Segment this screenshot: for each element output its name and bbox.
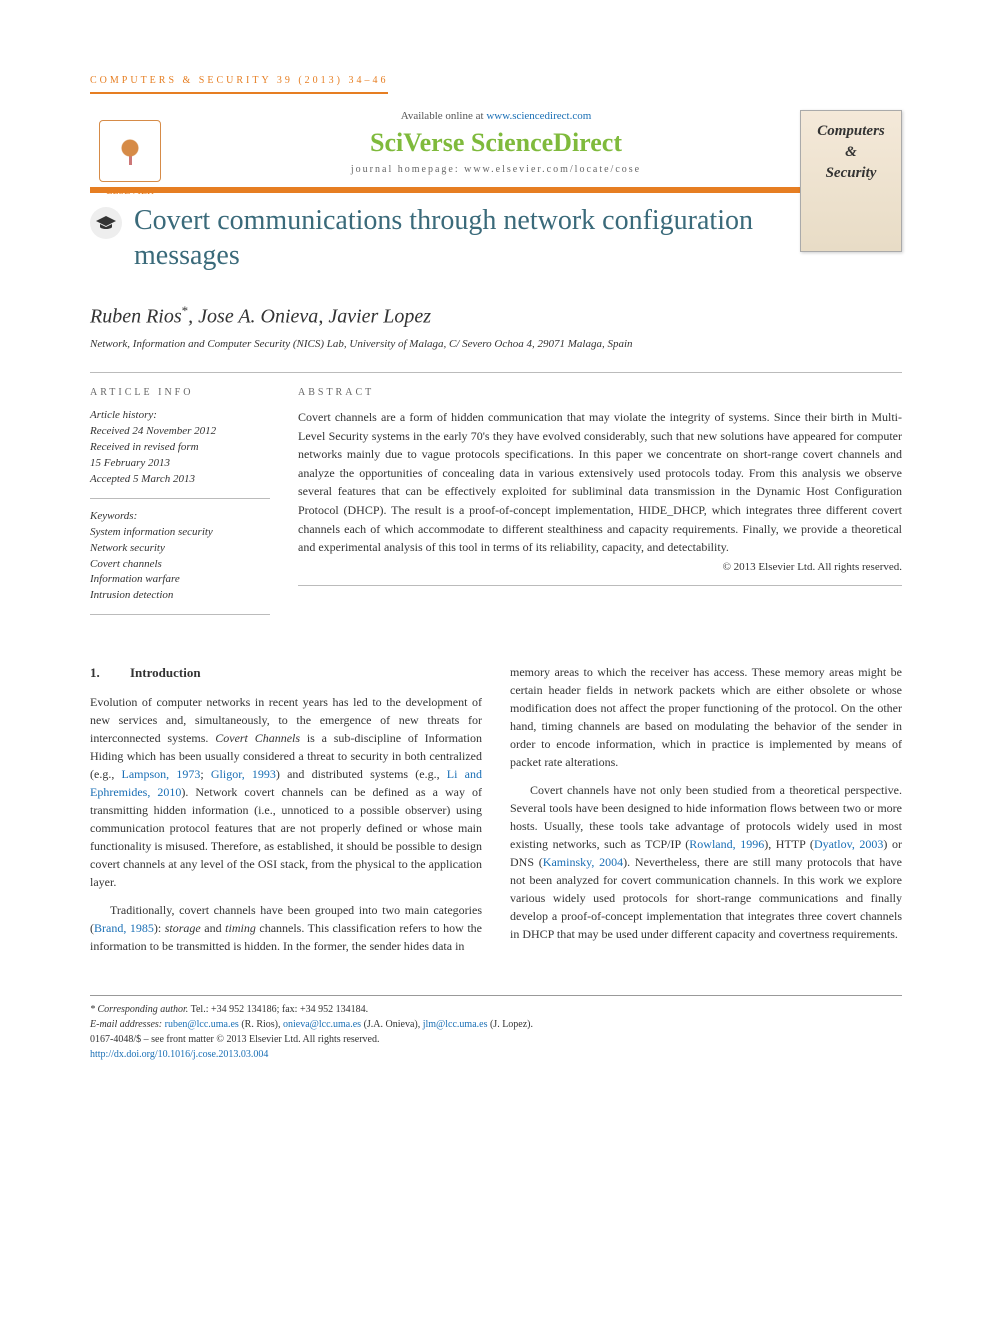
cover-line-3: Security [826,165,877,182]
sciencedirect-link[interactable]: www.sciencedirect.com [486,110,591,122]
authors: Ruben Rios*, Jose A. Onieva, Javier Lope… [90,303,902,329]
affiliation: Network, Information and Computer Securi… [90,337,902,352]
article-history: Article history: Received 24 November 20… [90,408,270,499]
email-link[interactable]: ruben@lcc.uma.es [165,1019,239,1030]
homepage-url[interactable]: www.elsevier.com/locate/cose [464,164,641,175]
header: ELSEVIER Computers & Security Available … [90,110,902,175]
cover-line-2: & [845,144,857,161]
divider-orange [90,187,902,193]
citation-link[interactable]: Lampson, 1973 [122,767,201,781]
citation-link[interactable]: Rowland, 1996 [689,837,764,851]
graduation-cap-icon [90,207,122,239]
paragraph: memory areas to which the receiver has a… [510,663,902,771]
citation-link[interactable]: Dyatlov, 2003 [814,837,883,851]
author-2: Jose A. Onieva [198,306,318,328]
citation-link[interactable]: Gligor, 1993 [211,767,276,781]
publisher-name: ELSEVIER [106,186,153,197]
copyright: © 2013 Elsevier Ltd. All rights reserved… [298,561,902,586]
paragraph: Evolution of computer networks in recent… [90,693,482,891]
keyword: System information security [90,525,270,541]
email-link[interactable]: jlm@lcc.uma.es [423,1019,488,1030]
journal-cover: Computers & Security [800,110,902,252]
article-title: Covert communications through network co… [134,203,806,273]
paragraph: Traditionally, covert channels have been… [90,901,482,955]
elsevier-tree-icon [99,120,161,182]
body-columns: 1.Introduction Evolution of computer net… [90,663,902,965]
available-online: Available online at www.sciencedirect.co… [90,110,902,122]
keywords: Keywords: System information security Ne… [90,509,270,616]
author-1: Ruben Rios [90,306,182,328]
doi-link[interactable]: http://dx.doi.org/10.1016/j.cose.2013.03… [90,1049,268,1060]
article-info-heading: ARTICLE INFO [90,387,270,398]
cover-line-1: Computers [817,123,885,140]
issn-line: 0167-4048/$ – see front matter © 2013 El… [90,1034,379,1045]
citation-link[interactable]: Kaminsky, 2004 [543,855,623,869]
keyword: Intrusion detection [90,588,270,604]
footnote: * Corresponding author. Tel.: +34 952 13… [90,995,902,1062]
corresponding-author: * Corresponding author. Tel.: +34 952 13… [90,1004,368,1015]
elsevier-logo: ELSEVIER [90,120,170,210]
email-link[interactable]: onieva@lcc.uma.es [283,1019,361,1030]
citation-link[interactable]: Brand, 1985 [94,921,154,935]
author-3: Javier Lopez [328,306,431,328]
sciverse-sciencedirect-logo: SciVerse ScienceDirect [90,128,902,158]
keyword: Information warfare [90,572,270,588]
abstract-text: Covert channels are a form of hidden com… [298,408,902,557]
abstract-heading: ABSTRACT [298,387,902,398]
keyword: Covert channels [90,557,270,573]
section-heading: 1.Introduction [90,663,482,683]
journal-reference: COMPUTERS & SECURITY 39 (2013) 34–46 [90,75,388,94]
paragraph: Covert channels have not only been studi… [510,781,902,943]
keyword: Network security [90,541,270,557]
journal-homepage: journal homepage: www.elsevier.com/locat… [90,164,902,175]
